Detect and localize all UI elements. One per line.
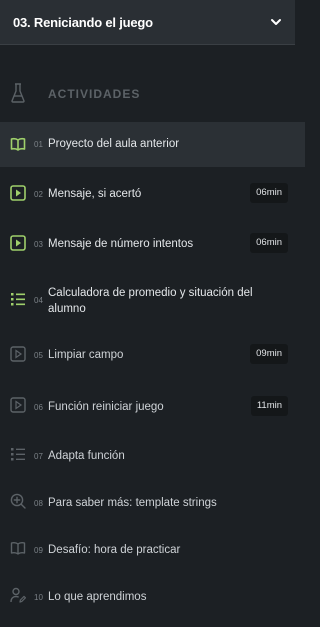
list-icon: [11, 293, 25, 306]
item-title: Proyecto del aula anterior: [48, 138, 180, 150]
item-title: Calculadora de promedio y situación del: [48, 287, 253, 299]
item-number: 03: [34, 240, 43, 249]
item-number: 09: [34, 546, 43, 555]
video-icon: [10, 397, 26, 413]
duration-badge: 06min: [250, 233, 288, 253]
video-icon: [10, 235, 26, 251]
list-item-07[interactable]: 07 Adapta función: [0, 434, 305, 478]
list-item-02[interactable]: 02 Mensaje, si acertó 06min: [0, 172, 305, 216]
video-icon: [10, 185, 26, 201]
item-number: 07: [34, 452, 43, 461]
list-item-01[interactable]: 01 Proyecto del aula anterior: [0, 122, 305, 167]
video-icon: [10, 346, 26, 362]
list-item-09[interactable]: 09 Desafío: hora de practicar: [0, 528, 305, 572]
flask-icon: [11, 83, 25, 103]
list-item-08[interactable]: 08 Para saber más: template strings: [0, 481, 305, 525]
item-number: 05: [34, 351, 43, 360]
item-title: Mensaje de número intentos: [48, 238, 194, 250]
duration-badge: 06min: [250, 183, 288, 203]
item-number: 06: [34, 403, 43, 412]
item-title: Lo que aprendimos: [48, 591, 147, 603]
book-icon: [10, 137, 26, 151]
item-title: Para saber más: template strings: [48, 497, 217, 509]
item-title: Mensaje, si acertó: [48, 188, 142, 200]
list-item-03[interactable]: 03 Mensaje de número intentos 06min: [0, 222, 305, 266]
chevron-down-icon: [271, 19, 281, 25]
lesson-dropdown[interactable]: 03. Reniciando el juego: [0, 0, 295, 45]
list-item-04[interactable]: 04 Calculadora de promedio y situación d…: [0, 276, 305, 326]
item-number: 10: [34, 593, 43, 602]
item-title: Limpiar campo: [48, 349, 124, 361]
duration-badge: 11min: [250, 396, 288, 416]
lesson-title: 03. Reniciando el juego: [13, 14, 153, 30]
item-number: 02: [34, 190, 43, 199]
activities-section: ACTIVIDADES: [0, 78, 305, 110]
item-number: 08: [34, 499, 43, 508]
item-number: 04: [34, 296, 43, 305]
list-icon: [11, 448, 25, 461]
duration-badge: 09min: [250, 344, 288, 364]
plus-search-icon: [10, 493, 26, 509]
item-title: Desafío: hora de practicar: [48, 544, 181, 556]
item-title: Función reiniciar juego: [48, 401, 164, 413]
item-number: 01: [34, 140, 43, 149]
person-edit-icon: [10, 587, 26, 603]
item-title: Adapta función: [48, 450, 125, 462]
section-label: ACTIVIDADES: [48, 87, 141, 101]
item-title-line2: alumno: [48, 303, 86, 315]
book-icon: [10, 542, 26, 555]
list-item-05[interactable]: 05 Limpiar campo 09min: [0, 333, 305, 377]
list-item-10[interactable]: 10 Lo que aprendimos: [0, 575, 305, 619]
list-item-06[interactable]: 06 Función reiniciar juego 11min: [0, 385, 305, 429]
